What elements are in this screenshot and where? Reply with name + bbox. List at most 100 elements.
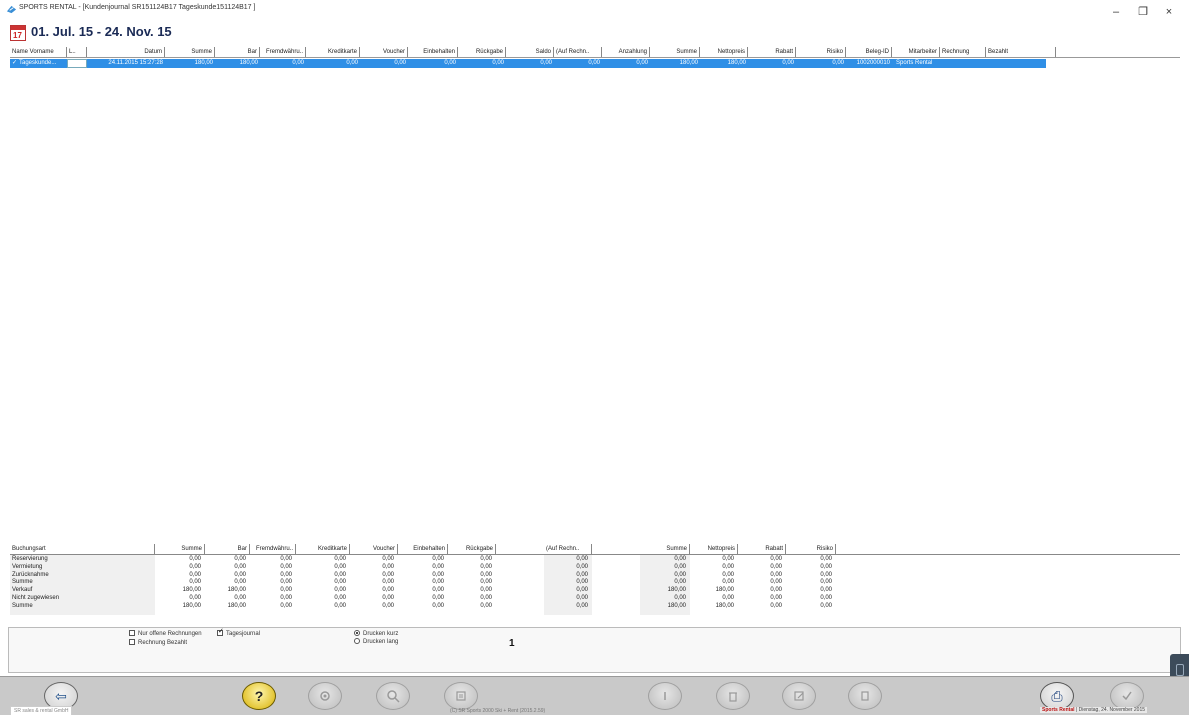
copy-button[interactable]: [848, 682, 882, 710]
col-rabatt[interactable]: Rabatt: [738, 544, 786, 554]
delete-button[interactable]: [716, 682, 750, 710]
col-beleg[interactable]: Beleg-ID: [846, 47, 892, 57]
question-icon: ?: [254, 688, 264, 704]
col-risiko[interactable]: Risiko: [796, 47, 846, 57]
print-button[interactable]: ⎙: [1040, 682, 1074, 710]
list-button[interactable]: [444, 682, 478, 710]
summary-cell: 0,00: [432, 556, 444, 562]
radio-button[interactable]: [354, 638, 360, 644]
summary-row-label: Reservierung: [12, 556, 48, 562]
summary-cell: 180,00: [715, 602, 734, 609]
col-netto[interactable]: Nettopreis: [700, 47, 748, 57]
status-version: (C) SR Sports 2000 Ski + Rent (2015.2.59…: [450, 708, 546, 714]
col-summe[interactable]: Summe: [165, 47, 215, 57]
col-einbehalten[interactable]: Einbehalten: [408, 47, 458, 57]
cell-saldo: 0,00: [540, 60, 552, 66]
summary-cell: 0,00: [770, 571, 782, 578]
col-summe2[interactable]: Summe: [650, 47, 700, 57]
summary-cell: 0,00: [189, 595, 201, 601]
summary-cell: 0,00: [770, 602, 782, 609]
minimize-button[interactable]: –: [1106, 6, 1126, 18]
col-netto[interactable]: Nettopreis: [690, 544, 738, 554]
rechnung-bezahlt-checkbox[interactable]: Rechnung Bezahlt: [129, 639, 187, 647]
cell-risiko: 0,00: [832, 60, 844, 66]
table-row[interactable]: ✓ Tageskunde... 24.11.2015 15:27:28 180,…: [10, 59, 1046, 68]
col-lang[interactable]: L..: [67, 47, 87, 57]
summary-cell: 0,00: [722, 556, 734, 562]
col-fremd[interactable]: Fremdwähru..: [250, 544, 296, 554]
col-rabatt[interactable]: Rabatt: [748, 47, 796, 57]
summary-cell: 0,00: [432, 587, 444, 594]
col-buchungsart[interactable]: Buchungsart: [10, 544, 155, 554]
col-bar[interactable]: Bar: [215, 47, 260, 57]
status-company: SR sales & rental GmbH: [10, 706, 73, 715]
summary-cell: 0,00: [674, 571, 686, 578]
summary-cell: 0,00: [722, 595, 734, 601]
col-saldo[interactable]: Saldo: [506, 47, 554, 57]
col-aufrechn[interactable]: (Auf Rechn..: [554, 47, 602, 57]
summary-cell: 180,00: [227, 602, 246, 609]
help-button[interactable]: ?: [242, 682, 276, 710]
maximize-button[interactable]: ❐: [1133, 6, 1153, 18]
cell-rueckgabe: 0,00: [492, 60, 504, 66]
col-kredit[interactable]: Kreditkarte: [306, 47, 360, 57]
calendar-icon[interactable]: 17: [10, 25, 26, 41]
summary-cell: 0,00: [334, 579, 346, 586]
summary-cell: 180,00: [227, 587, 246, 594]
col-einbehalten[interactable]: Einbehalten: [398, 544, 448, 554]
summary-cell: 0,00: [770, 556, 782, 562]
summary-cell: 0,00: [334, 563, 346, 570]
col-name[interactable]: Name Vorname: [10, 47, 67, 57]
col-aufrechn[interactable]: (Auf Rechn..: [544, 544, 592, 554]
col-fremd[interactable]: Fremdwähru..: [260, 47, 306, 57]
summary-cell: 0,00: [234, 563, 246, 570]
summary-cell: 0,00: [722, 563, 734, 570]
summary-cell: 0,00: [480, 595, 492, 601]
close-button[interactable]: ×: [1159, 6, 1179, 18]
search-button[interactable]: [376, 682, 410, 710]
summary-cell: 0,00: [480, 556, 492, 562]
drucken-lang-radio[interactable]: Drucken lang: [354, 638, 398, 646]
radio-button[interactable]: [354, 630, 360, 636]
tagesjournal-checkbox[interactable]: Tagesjournal: [217, 628, 260, 638]
cell-netto: 180,00: [727, 60, 746, 66]
col-kredit[interactable]: Kreditkarte: [296, 544, 350, 554]
summary-cell: 0,00: [280, 587, 292, 594]
col-rechnung[interactable]: Rechnung: [940, 47, 986, 57]
cell-lang[interactable]: [67, 59, 87, 68]
settings-button[interactable]: [308, 682, 342, 710]
edit-icon: [794, 691, 804, 701]
nur-offene-rechnungen-checkbox[interactable]: Nur offene Rechnungen: [129, 630, 202, 638]
info-button[interactable]: [648, 682, 682, 710]
checkbox-box[interactable]: [129, 630, 135, 636]
col-mitarbeiter[interactable]: Mitarbeiter: [892, 47, 940, 57]
summary-cell: 0,00: [820, 556, 832, 562]
cell-anzahlung: 0,00: [636, 60, 648, 66]
col-summe2[interactable]: Summe: [640, 544, 690, 554]
col-datum[interactable]: Datum: [87, 47, 165, 57]
cell-summe: 180,00: [194, 60, 213, 66]
col-summe[interactable]: Summe: [155, 544, 205, 554]
summary-cell: 0,00: [432, 579, 444, 586]
cell-rechnung: [940, 59, 986, 68]
col-anzahlung[interactable]: Anzahlung: [602, 47, 650, 57]
col-rueckgabe[interactable]: Rückgabe: [458, 47, 506, 57]
col-voucher[interactable]: Voucher: [360, 47, 408, 57]
summary-table-header: Buchungsart Summe Bar Fremdwähru.. Kredi…: [10, 544, 1180, 555]
col-bar[interactable]: Bar: [205, 544, 250, 554]
col-bezahlt[interactable]: Bezahlt: [986, 47, 1056, 57]
summary-cell: 0,00: [820, 563, 832, 570]
cell-voucher: 0,00: [394, 60, 406, 66]
edit-button[interactable]: [782, 682, 816, 710]
checkbox-box[interactable]: [217, 628, 224, 636]
checkbox-box[interactable]: [129, 639, 135, 645]
summary-cell: 0,00: [576, 571, 588, 578]
drucken-kurz-radio[interactable]: Drucken kurz: [354, 630, 398, 638]
info-icon: [664, 692, 666, 700]
summary-cell: 180,00: [182, 602, 201, 609]
col-rueckgabe[interactable]: Rückgabe: [448, 544, 496, 554]
col-risiko[interactable]: Risiko: [786, 544, 836, 554]
confirm-button[interactable]: [1110, 682, 1144, 710]
title-bar: SPORTS RENTAL - [Kundenjournal SR151124B…: [0, 0, 1189, 24]
col-voucher[interactable]: Voucher: [350, 544, 398, 554]
